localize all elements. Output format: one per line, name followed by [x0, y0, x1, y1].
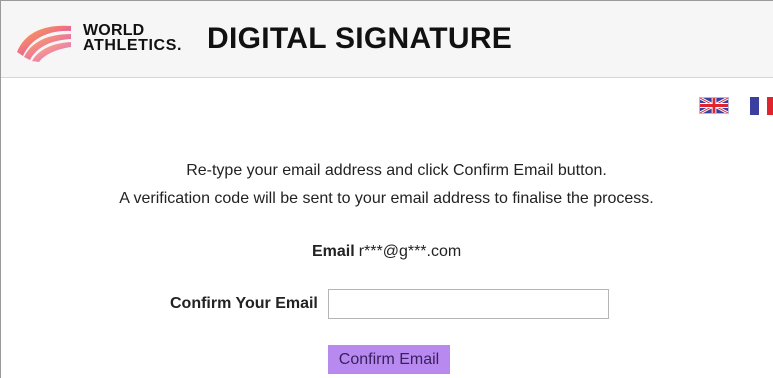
- uk-flag-icon[interactable]: [699, 96, 729, 115]
- brand-line2: ATHLETICS.: [83, 37, 183, 54]
- brand-wordmark: WORLD ATHLETICS.: [83, 23, 183, 54]
- email-label: Email: [312, 243, 355, 260]
- confirm-email-input[interactable]: [328, 289, 609, 319]
- confirm-email-button[interactable]: Confirm Email: [328, 345, 450, 374]
- header: WORLD ATHLETICS. DIGITAL SIGNATURE: [1, 1, 773, 78]
- instruction-line-2: A verification code will be sent to your…: [119, 190, 654, 207]
- masked-email-value: r***@g***.com: [358, 243, 462, 260]
- uk-flag-graphic: [699, 96, 729, 115]
- instruction-line-1: Re-type your email address and click Con…: [186, 162, 607, 179]
- masked-email-row: Email r***@g***.com: [312, 243, 461, 261]
- page-title: DIGITAL SIGNATURE: [207, 22, 513, 55]
- confirm-email-label: Confirm Your Email: [170, 295, 318, 312]
- france-flag-icon[interactable]: [750, 97, 773, 115]
- world-athletics-logo-icon: [17, 25, 71, 62]
